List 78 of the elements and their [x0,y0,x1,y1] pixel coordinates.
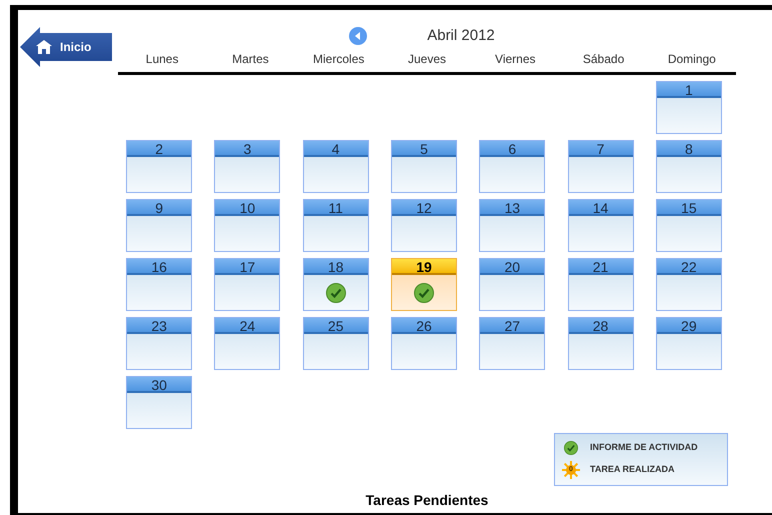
day-number: 3 [215,141,280,157]
day-cell[interactable]: 16 [126,258,192,311]
month-title: Abril 2012 [427,26,495,46]
day-number: 14 [568,200,633,216]
check-icon [414,282,434,302]
day-number: 13 [480,200,544,216]
day-number: 27 [480,318,544,334]
day-number: 12 [392,200,456,216]
weekday-label: Jueves [406,51,447,68]
day-number: 18 [304,259,368,275]
day-cell[interactable]: 24 [214,317,280,370]
day-number: 15 [656,200,721,216]
day-number: 1 [656,82,721,98]
day-cell[interactable]: 23 [126,317,192,370]
day-cell[interactable]: 29 [656,317,722,370]
day-number: 24 [215,318,280,334]
day-cell[interactable]: 11 [302,199,369,252]
day-cell[interactable]: 17 [214,258,280,311]
home-icon [36,40,52,54]
home-button[interactable]: Inicio [20,27,112,67]
day-cell[interactable]: 1 [656,81,722,134]
day-number: 8 [656,141,721,157]
weekday-label: Martes [231,51,270,68]
day-number: 6 [480,141,544,157]
footer-title: Tareas Pendientes [366,491,488,510]
day-cell[interactable]: 3 [214,140,280,193]
day-cell[interactable]: 22 [656,258,722,311]
day-cell[interactable]: 9 [126,199,192,252]
day-number: 16 [127,259,192,275]
check-icon [326,282,346,302]
day-cell[interactable]: 7 [568,140,634,193]
weekday-label: Viernes [494,51,537,68]
check-icon [564,440,578,454]
day-number: 2 [127,141,192,157]
day-number: 17 [215,259,280,275]
day-cell[interactable]: 20 [479,258,546,311]
day-number: 19 [392,259,456,275]
day-number: 11 [304,200,368,216]
day-number: 9 [127,200,192,216]
caret-icon [354,32,362,40]
day-cell[interactable]: 2 [126,140,192,193]
legend-label: TAREA REALIZADA [590,462,674,476]
day-number: 30 [127,377,192,393]
day-cell[interactable]: 19 [390,258,457,311]
day-number: 23 [127,318,192,334]
day-number: 29 [656,318,721,334]
day-cell[interactable]: 26 [390,317,457,370]
weekday-label: Sábado [582,51,626,68]
day-number: 25 [304,318,368,334]
day-cell[interactable]: 8 [656,140,722,193]
day-number: 20 [480,259,544,275]
day-number: 7 [568,141,633,157]
day-cell[interactable]: 5 [390,140,457,193]
day-cell[interactable]: 13 [479,199,546,252]
day-number: 5 [392,141,456,157]
weekday-label: Domingo [666,51,717,68]
previous-month-button[interactable] [349,27,368,45]
day-cell[interactable]: 15 [656,199,722,252]
day-cell[interactable]: 25 [302,317,369,370]
day-number: 21 [568,259,633,275]
day-number: 10 [215,200,280,216]
day-cell[interactable]: 12 [390,199,457,252]
day-number: 22 [656,259,721,275]
day-cell[interactable]: 28 [568,317,634,370]
day-number: 4 [304,141,368,157]
day-cell[interactable]: 4 [302,140,369,193]
day-cell[interactable]: 14 [568,199,634,252]
weekday-label: Miercoles [312,51,366,68]
day-number: 26 [392,318,456,334]
day-number: 28 [568,318,633,334]
day-cell[interactable]: 6 [479,140,546,193]
day-cell[interactable]: 10 [214,199,280,252]
day-cell[interactable]: 21 [568,258,634,311]
day-cell[interactable]: 18 [302,258,369,311]
legend-label: INFORME DE ACTIVIDAD [590,440,698,454]
day-cell[interactable]: 30 [126,376,192,429]
day-cell[interactable]: 27 [479,317,546,370]
weekday-label: Lunes [144,51,180,68]
